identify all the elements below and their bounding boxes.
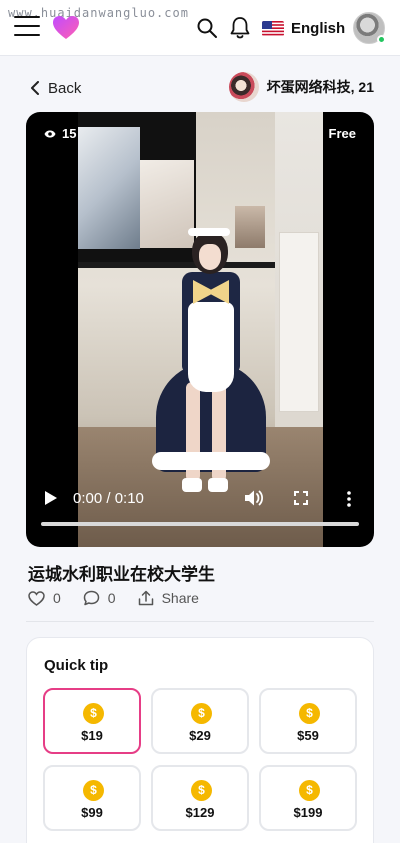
view-count: 15 bbox=[44, 126, 76, 141]
more-options-icon[interactable] bbox=[346, 491, 352, 507]
tip-option[interactable]: $ $59 bbox=[259, 688, 357, 754]
dollar-coin-icon: $ bbox=[191, 703, 212, 724]
video-time: 0:00 / 0:10 bbox=[73, 490, 144, 507]
share-icon bbox=[138, 590, 153, 606]
language-label: English bbox=[291, 19, 346, 37]
play-icon[interactable] bbox=[44, 490, 58, 506]
tip-amount: $59 bbox=[297, 728, 319, 743]
back-label: Back bbox=[48, 79, 82, 97]
tip-amount: $199 bbox=[293, 805, 323, 820]
quick-tip-card: Quick tip $ $19 $ $29 $ $59 $ $99 $ $129… bbox=[26, 637, 374, 843]
tip-amount: $29 bbox=[189, 728, 211, 743]
share-label: Share bbox=[161, 590, 199, 606]
share-button[interactable]: Share bbox=[138, 590, 199, 606]
heart-icon bbox=[28, 590, 45, 606]
creator-avatar bbox=[228, 72, 259, 102]
post-actions: 0 0 Share bbox=[28, 590, 221, 606]
tip-option[interactable]: $ $99 bbox=[43, 765, 141, 831]
comment-count: 0 bbox=[107, 590, 116, 606]
tip-option[interactable]: $ $129 bbox=[151, 765, 249, 831]
video-controls: 0:00 / 0:10 bbox=[26, 482, 374, 547]
dollar-coin-icon: $ bbox=[83, 703, 104, 724]
eye-icon bbox=[44, 130, 56, 137]
online-status-dot bbox=[377, 35, 386, 44]
volume-icon[interactable] bbox=[244, 489, 264, 507]
chevron-left-icon bbox=[31, 81, 39, 95]
quick-tip-title: Quick tip bbox=[44, 657, 109, 674]
free-badge: Free bbox=[328, 126, 356, 141]
dollar-coin-icon: $ bbox=[191, 780, 212, 801]
tip-option[interactable]: $ $29 bbox=[151, 688, 249, 754]
bell-icon[interactable] bbox=[229, 16, 251, 40]
view-count-value: 15 bbox=[62, 126, 77, 141]
divider bbox=[26, 621, 374, 622]
like-button[interactable]: 0 bbox=[28, 590, 61, 606]
menu-icon[interactable] bbox=[14, 16, 40, 36]
fullscreen-icon[interactable] bbox=[294, 491, 308, 505]
top-bar: www.huaidanwangluo.com English bbox=[0, 0, 400, 56]
video-progress-bar[interactable] bbox=[41, 522, 359, 526]
tip-option[interactable]: $ $19 bbox=[43, 688, 141, 754]
dollar-coin-icon: $ bbox=[299, 703, 320, 724]
us-flag-icon bbox=[262, 20, 284, 36]
search-icon[interactable] bbox=[196, 17, 218, 39]
heart-logo-icon[interactable] bbox=[52, 15, 80, 41]
dollar-coin-icon: $ bbox=[83, 780, 104, 801]
back-button[interactable]: Back bbox=[30, 78, 81, 98]
tip-amount: $99 bbox=[81, 805, 103, 820]
language-selector[interactable]: English bbox=[262, 17, 345, 39]
dollar-coin-icon: $ bbox=[299, 780, 320, 801]
creator-profile-link[interactable]: 坏蛋网络科技, 21 bbox=[228, 72, 374, 102]
video-player[interactable]: 15 Free 0:00 / 0:10 bbox=[26, 112, 374, 547]
tip-amount: $19 bbox=[81, 728, 103, 743]
tip-option[interactable]: $ $199 bbox=[259, 765, 357, 831]
post-title: 运城水利职业在校大学生 bbox=[28, 565, 215, 584]
comment-button[interactable]: 0 bbox=[83, 590, 116, 606]
creator-name: 坏蛋网络科技, 21 bbox=[266, 79, 374, 95]
like-count: 0 bbox=[53, 590, 61, 606]
comment-icon bbox=[83, 590, 100, 606]
tip-amount: $129 bbox=[185, 805, 215, 820]
